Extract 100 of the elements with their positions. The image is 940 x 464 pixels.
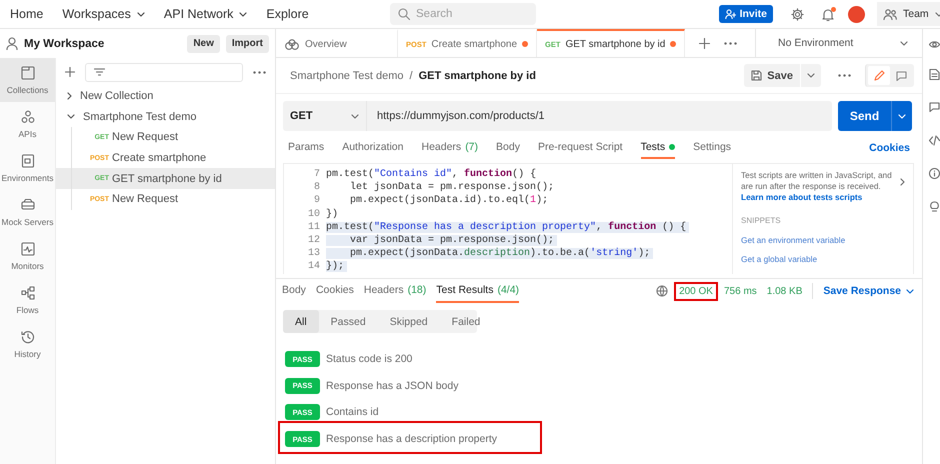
chevron-down-icon [900,40,908,46]
collection-name[interactable]: New Collection [80,90,154,102]
request-section-tab[interactable]: Settings [693,137,732,159]
document-icon[interactable] [929,69,940,80]
code-line: pm.test("Contains id", function() { [326,169,538,180]
response-tab[interactable]: Test Results (4/4) [436,279,520,303]
nav-menu-item[interactable]: Home [10,7,44,21]
learn-more-link[interactable]: Learn more about tests scripts [741,192,894,202]
response-tab[interactable]: Cookies [316,279,354,303]
settings-icon[interactable] [791,8,804,20]
sidebar-nav-item[interactable]: Monitors [0,234,55,278]
sidebar-nav-item[interactable]: Mock Servers [0,190,55,234]
monitor-icon [20,242,34,256]
more-icon[interactable] [253,70,266,74]
code-line: let jsonData = pm.response.json(); [349,182,556,194]
environment-select[interactable]: No Environment [755,29,922,57]
url-field[interactable]: https://dummyjson.com/products/1 [367,101,832,131]
apis-icon [20,110,34,124]
chevron-right-icon[interactable] [67,92,72,100]
response-tab[interactable]: Headers (18) [364,279,426,303]
response-tab[interactable]: Body [282,279,306,303]
line-number: 8 [312,182,321,194]
plus-icon[interactable] [699,38,710,48]
lightbulb-icon[interactable] [929,201,940,212]
environments-icon [20,154,34,168]
chevron-right-icon[interactable] [900,178,905,186]
chevron-down-icon [807,73,815,78]
overview-icon [284,38,300,50]
save-response-button[interactable]: Save Response [823,285,914,297]
edit-toggle[interactable] [868,66,890,85]
plus-icon[interactable] [65,67,75,77]
chevron-down-icon [898,114,906,118]
filter-tab[interactable]: Passed [318,310,378,333]
snippets-heading: SNIPPETS [741,216,782,227]
filter-tab[interactable]: Skipped [378,310,440,333]
filter-tab[interactable]: Failed [440,310,492,333]
globe-icon [656,285,668,297]
chevron-down-icon [906,288,914,294]
workspace-button[interactable]: New [187,34,220,52]
request-tab[interactable]: Overview [276,29,398,57]
breadcrumb-separator: / [410,70,413,82]
request-section-tab[interactable]: Headers (7) [421,137,478,159]
workspace-button[interactable]: Import [226,34,269,52]
test-name: Response has a description property [326,433,498,446]
breadcrumb-link[interactable]: Smartphone Test demo [290,70,404,82]
line-number: 11 [306,222,321,233]
line-number: 7 [312,169,321,180]
people-icon [883,8,897,20]
workspace-title: My Workspace [24,38,106,50]
request-section-tab[interactable]: Tests [640,137,676,159]
filter-field[interactable] [85,62,243,82]
code-line: pm.expect(jsonData.id).to.eql(1); [349,195,550,206]
cookies-link[interactable]: Cookies [869,137,910,159]
test-name: Status code is 200 [326,353,412,366]
server-icon [20,198,34,212]
eye-icon[interactable] [929,39,940,50]
invite-button[interactable]: Invite [718,5,773,23]
request-section-tab[interactable]: Authorization [342,137,404,159]
sidebar-nav-item[interactable]: Environments [0,146,55,190]
request-section-tab[interactable]: Body [496,137,520,159]
line-number: 12 [306,235,321,246]
code-icon[interactable] [929,135,940,146]
sidebar-nav-item[interactable]: History [0,322,55,366]
filter-tab[interactable]: All [283,310,319,333]
pencil-icon [874,70,884,81]
filter-icon [94,68,105,76]
search-field[interactable]: Search [390,3,536,25]
chevron-down-icon [351,114,359,118]
nav-menu-item[interactable]: API Network [164,7,248,21]
code-line: }) [326,208,340,220]
avatar-icon[interactable] [848,6,865,22]
line-number: 10 [306,208,321,220]
sidebar-nav-item[interactable]: Flows [0,278,55,322]
sidebar-nav-item[interactable]: Collections [0,58,55,102]
send-button[interactable]: Send [838,101,912,131]
search-icon [398,8,410,20]
more-icon[interactable] [724,42,738,44]
chevron-down-icon[interactable] [67,114,75,120]
response-time: 756 ms [724,286,757,296]
line-number: 9 [312,195,321,206]
collections-icon [20,66,34,80]
info-icon[interactable] [929,168,940,179]
save-icon [751,70,762,81]
help-text: Test scripts are written in JavaScript, and are run after the response is received. [741,170,893,192]
comment-icon [896,70,906,80]
request-section-tab[interactable]: Pre-request Script [538,137,623,159]
nav-menu-item[interactable]: Explore [266,7,309,21]
bell-icon[interactable] [822,8,834,20]
line-number: 13 [306,248,321,260]
collection-name[interactable]: Smartphone Test demo [83,110,197,123]
request-section-tab[interactable]: Params [288,137,324,159]
sidebar-nav-item[interactable]: APIs [0,102,55,146]
history-icon [20,330,34,344]
more-icon[interactable] [838,74,851,77]
snippet-link[interactable]: Get an environment variable [741,234,905,246]
snippet-link[interactable]: Get a global variable [741,254,905,264]
method-select[interactable]: GET [283,101,367,131]
nav-menu-item[interactable]: Workspaces [62,7,145,21]
team-button[interactable]: Team [877,2,940,26]
comment-icon[interactable] [929,102,940,113]
